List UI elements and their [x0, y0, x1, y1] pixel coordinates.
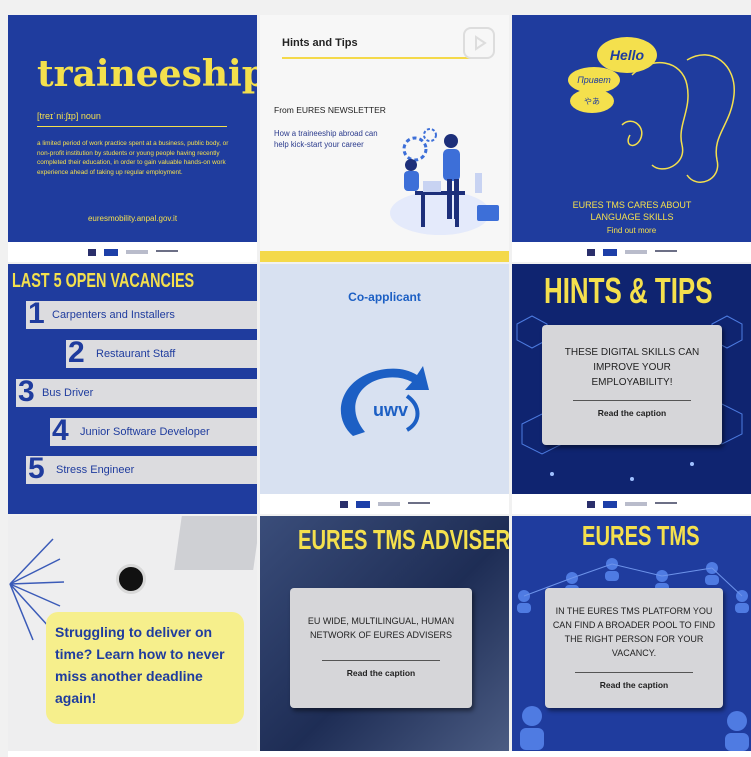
post-title: Hints and Tips [282, 37, 358, 49]
partner-logos [8, 242, 257, 262]
vacancy-label: Carpenters and Installers [52, 309, 175, 321]
post-title: traineeship [37, 53, 257, 95]
card-divider [322, 660, 440, 661]
partner-logos [512, 242, 751, 262]
vacancy-number: 1 [28, 297, 45, 330]
info-card: IN THE EURES TMS PLATFORM YOU CAN FIND A… [545, 588, 723, 708]
subtitle-text: How a traineeship abroad can help kick-s… [274, 129, 378, 149]
vacancy-label: Stress Engineer [56, 464, 135, 476]
read-caption-link[interactable]: Read the caption [545, 680, 723, 690]
url-text: euresmobility.anpal.gov.it [87, 214, 178, 223]
message-text: Struggling to deliver on time? Learn how… [55, 624, 225, 706]
office-illustration [385, 113, 503, 241]
speech-bubble-jp: やあ [570, 89, 614, 113]
bubble-text: Привет [577, 75, 611, 85]
source-text: From EURES NEWSLETTER [274, 105, 386, 115]
vacancy-number: 3 [18, 375, 35, 408]
post-title: EURES TMS [582, 520, 700, 551]
vacancy-label: Restaurant Staff [96, 348, 176, 360]
vacancy-item[interactable]: 1 Carpenters and Installers [26, 297, 257, 330]
bubble-text: やあ [584, 96, 600, 106]
read-caption-link[interactable]: Read the caption [542, 408, 722, 418]
coffee-cup [116, 564, 146, 594]
phonetic-text: [treɪˈniːʃɪp] noun [37, 111, 101, 121]
vacancy-label: Bus Driver [42, 387, 94, 399]
post-tile-adviser[interactable]: EURES TMS ADVISER EU WIDE, MULTILINGUAL,… [260, 516, 509, 751]
find-out-more-link[interactable]: Find out more [512, 226, 751, 235]
vacancy-number: 4 [52, 414, 69, 447]
post-title: Co-applicant [348, 290, 421, 304]
post-heading: EURES TMS CARES ABOUT LANGUAGE SKILLS [572, 200, 692, 222]
card-text: IN THE EURES TMS PLATFORM YOU CAN FIND A… [552, 606, 716, 658]
bubble-text: Hello [609, 47, 645, 63]
card-text: EU WIDE, MULTILINGUAL, HUMAN NETWORK OF … [307, 616, 455, 640]
uwv-logo: uwv [325, 356, 445, 446]
bottom-logo-strip [8, 751, 751, 757]
post-tile-vacancies[interactable]: LAST 5 OPEN VACANCIES 1 Carpenters and I… [8, 264, 257, 514]
title-underline [282, 57, 487, 59]
read-caption-link[interactable]: Read the caption [290, 668, 472, 678]
post-title: LAST 5 OPEN VACANCIES [12, 270, 195, 292]
yellow-band [260, 251, 509, 262]
info-card: THESE DIGITAL SKILLS CAN IMPROVE YOUR EM… [542, 325, 722, 445]
card-divider [575, 672, 693, 673]
post-tile-deadlines[interactable]: Struggling to deliver on time? Learn how… [8, 516, 257, 751]
vacancy-item[interactable]: 2 Restaurant Staff [66, 336, 257, 369]
divider [37, 126, 227, 127]
post-tile-language-skills[interactable]: Hello Привет やあ EURES TMS CARES ABOUT LA… [512, 15, 751, 262]
vacancy-item[interactable]: 5 Stress Engineer [26, 452, 257, 485]
laptop-corner [174, 516, 257, 570]
info-card: EU WIDE, MULTILINGUAL, HUMAN NETWORK OF … [290, 588, 472, 708]
post-tile-digital-skills[interactable]: HINTS & TIPS THESE DIGITAL SKILLS CAN IM… [512, 264, 751, 514]
message-card: Struggling to deliver on time? Learn how… [46, 612, 244, 724]
partner-logos [512, 494, 751, 514]
instagram-grid: { "tile1": { "title": "traineeship", "ph… [0, 0, 751, 757]
vacancy-item[interactable]: 3 Bus Driver [16, 375, 257, 408]
post-title: EURES TMS ADVISER [298, 524, 509, 555]
reels-icon [463, 27, 495, 59]
post-tile-traineeship[interactable]: traineeship [treɪˈniːʃɪp] noun a limited… [8, 15, 257, 262]
definition-text: a limited period of work practice spent … [37, 140, 229, 176]
post-tile-eures-tms[interactable]: EURES TMS IN THE EURES TMS PLATFORM YOU … [512, 516, 751, 751]
post-title: HINTS & TIPS [544, 270, 713, 311]
vacancy-number: 2 [68, 336, 85, 369]
post-tile-hints-and-tips[interactable]: Hints and Tips From EURES NEWSLETTER How… [260, 15, 509, 262]
vacancy-label: Junior Software Developer [80, 426, 210, 438]
partner-logos [260, 494, 509, 514]
vacancy-item[interactable]: 4 Junior Software Developer [50, 414, 257, 447]
vacancy-number: 5 [28, 452, 45, 485]
post-tile-co-applicant[interactable]: Co-applicant uwv [260, 264, 509, 514]
card-text: THESE DIGITAL SKILLS CAN IMPROVE YOUR EM… [564, 347, 700, 388]
card-divider [573, 400, 691, 401]
uwv-logo-text: uwv [373, 400, 409, 420]
